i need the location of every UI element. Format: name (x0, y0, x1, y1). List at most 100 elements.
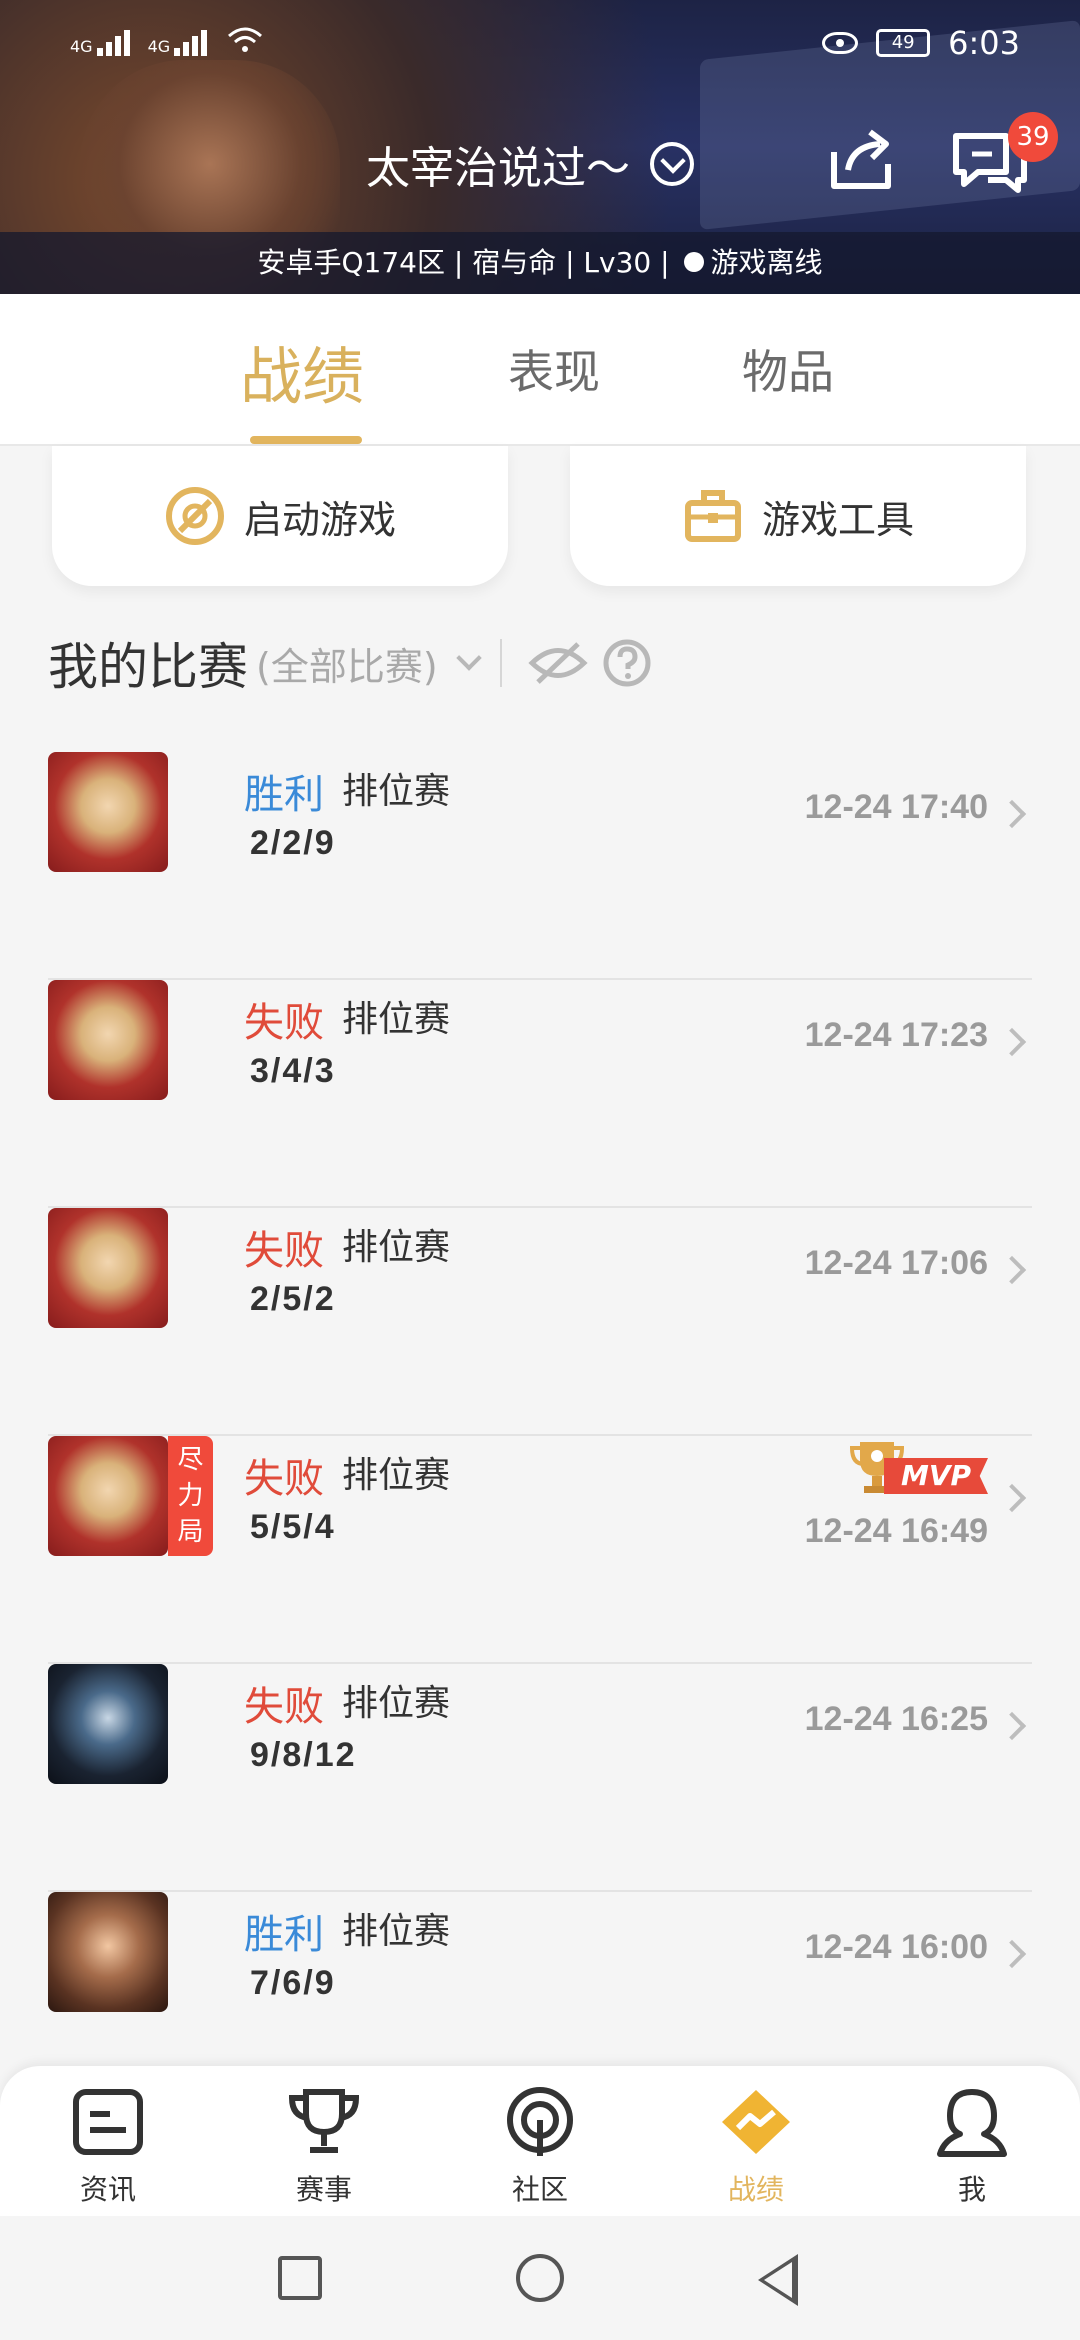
signal-icon: 4G (70, 24, 130, 56)
nav-item-me[interactable]: 我 (892, 2086, 1052, 2208)
match-time: 12-24 17:23 (804, 1016, 988, 1054)
mvp-badge: MVP (848, 1436, 988, 1496)
match-row[interactable]: 失败 排位赛 2/5/2 12-24 17:06 (48, 1208, 1032, 1436)
match-kda: 2/2/9 (250, 824, 336, 862)
match-result: 失败 (244, 1684, 324, 1730)
profile-header: 4G 4G 49 6:03 太宰治说过～ 39 安卓手Q174区 | 宿与命 |… (0, 0, 1080, 294)
nav-label: 战绩 (727, 2173, 784, 2206)
match-mode: 排位赛 (342, 1911, 451, 1952)
chevron-right-icon (997, 1483, 1027, 1513)
record-icon (722, 2090, 790, 2154)
match-result: 失败 (244, 1456, 324, 1502)
help-icon[interactable] (602, 638, 652, 688)
signal-icon-2: 4G (148, 24, 208, 56)
nav-label: 资讯 (79, 2173, 136, 2206)
chevron-down-icon[interactable] (455, 645, 482, 671)
launch-game-button[interactable]: 启动游戏 (52, 446, 508, 586)
hero-avatar (48, 1664, 168, 1784)
tab-items[interactable]: 物品 (742, 336, 834, 402)
trophy-icon (288, 2089, 360, 2153)
match-result: 胜利 (244, 772, 324, 818)
hero-avatar (48, 1208, 168, 1328)
battery-level: 49 (891, 32, 915, 53)
match-time: 12-24 16:00 (804, 1928, 988, 1966)
chevron-right-icon (997, 1711, 1027, 1741)
tab-record[interactable]: 战绩 (240, 326, 364, 416)
hero-avatar (48, 1436, 168, 1556)
eye-comfort-icon (822, 32, 859, 54)
hero-avatar (48, 980, 168, 1100)
match-kda: 9/8/12 (250, 1736, 357, 1774)
match-mode: 排位赛 (342, 999, 451, 1040)
nav-label: 赛事 (295, 2173, 352, 2206)
matches-section-header: 我的比赛 (全部比赛) (48, 628, 652, 698)
match-result: 胜利 (244, 1912, 324, 1958)
hero-avatar (48, 1892, 168, 2012)
chevron-down-icon (650, 142, 694, 186)
match-filter[interactable]: (全部比赛) (256, 636, 438, 691)
network-type-label: 4G (70, 37, 93, 56)
nav-label: 我 (957, 2173, 986, 2206)
match-result: 失败 (244, 1228, 324, 1274)
chevron-right-icon (997, 1027, 1027, 1057)
launch-game-icon (165, 487, 224, 545)
account-switcher[interactable]: 太宰治说过～ (366, 132, 694, 196)
match-mode: 排位赛 (342, 1227, 451, 1268)
match-result: 失败 (244, 1000, 324, 1046)
chevron-right-icon (997, 799, 1027, 829)
recent-apps-button[interactable] (278, 2256, 322, 2300)
online-status: 游戏离线 (710, 246, 823, 279)
launch-game-label: 启动游戏 (243, 497, 396, 542)
chevron-right-icon (997, 1939, 1027, 1969)
status-bar: 4G 4G 49 6:03 (0, 0, 1080, 90)
tab-performance[interactable]: 表现 (508, 336, 600, 402)
profile-icon (937, 2089, 1007, 2157)
match-time: 12-24 16:49 (804, 1512, 988, 1550)
share-icon[interactable] (822, 124, 900, 196)
match-kda: 3/4/3 (250, 1052, 336, 1090)
match-row[interactable]: 失败 排位赛 3/4/3 12-24 17:23 (48, 980, 1032, 1208)
section-title: 我的比赛 (48, 638, 248, 696)
tab-bar: 战绩 表现 物品 (0, 294, 1080, 446)
network-type-label-2: 4G (147, 37, 171, 56)
match-time: 12-24 17:06 (804, 1244, 988, 1282)
match-kda: 5/5/4 (250, 1508, 336, 1546)
community-icon (507, 2087, 573, 2156)
match-mode: 排位赛 (342, 1683, 451, 1724)
message-badge: 39 (1008, 112, 1058, 162)
wifi-icon (228, 27, 263, 52)
match-time: 12-24 16:25 (804, 1700, 988, 1738)
battery-icon: 49 (876, 29, 931, 57)
match-mode: 排位赛 (342, 1455, 451, 1496)
nav-item-events[interactable]: 赛事 (244, 2086, 404, 2208)
clock: 6:03 (948, 24, 1020, 62)
match-kda: 2/5/2 (250, 1280, 336, 1318)
offline-dot-icon (684, 252, 705, 272)
toolbox-icon (684, 490, 741, 542)
tab-indicator (250, 436, 362, 444)
best-effort-badge: 尽力局 (168, 1436, 213, 1556)
nav-label: 社区 (511, 2173, 568, 2206)
game-tools-button[interactable]: 游戏工具 (570, 446, 1026, 586)
mvp-label: MVP (884, 1458, 988, 1494)
home-button[interactable] (516, 2254, 564, 2302)
account-info-strip: 安卓手Q174区 | 宿与命 | Lv30 | 游戏离线 (0, 232, 1080, 294)
username: 太宰治说过～ (366, 143, 630, 194)
back-button[interactable] (758, 2254, 798, 2306)
nav-item-record[interactable]: 战绩 (676, 2086, 836, 2208)
bottom-nav: 资讯 赛事 社区 战绩 我 (0, 2066, 1080, 2216)
match-row[interactable]: 尽力局 失败 排位赛 5/5/4 MVP 12-24 16:49 (48, 1436, 1032, 1664)
divider (499, 639, 502, 687)
account-info: 安卓手Q174区 | 宿与命 | Lv30 | (257, 246, 670, 279)
news-icon (73, 2089, 143, 2155)
match-mode: 排位赛 (342, 771, 451, 812)
match-row[interactable]: 失败 排位赛 9/8/12 12-24 16:25 (48, 1664, 1032, 1892)
match-time: 12-24 17:40 (804, 788, 988, 826)
system-nav-bar (0, 2216, 1080, 2340)
game-tools-label: 游戏工具 (761, 497, 914, 542)
chevron-right-icon (997, 1255, 1027, 1285)
nav-item-community[interactable]: 社区 (460, 2086, 620, 2208)
match-row[interactable]: 胜利 排位赛 2/2/9 12-24 17:40 (48, 752, 1032, 980)
hide-eye-icon[interactable] (528, 638, 588, 688)
nav-item-news[interactable]: 资讯 (28, 2086, 188, 2208)
